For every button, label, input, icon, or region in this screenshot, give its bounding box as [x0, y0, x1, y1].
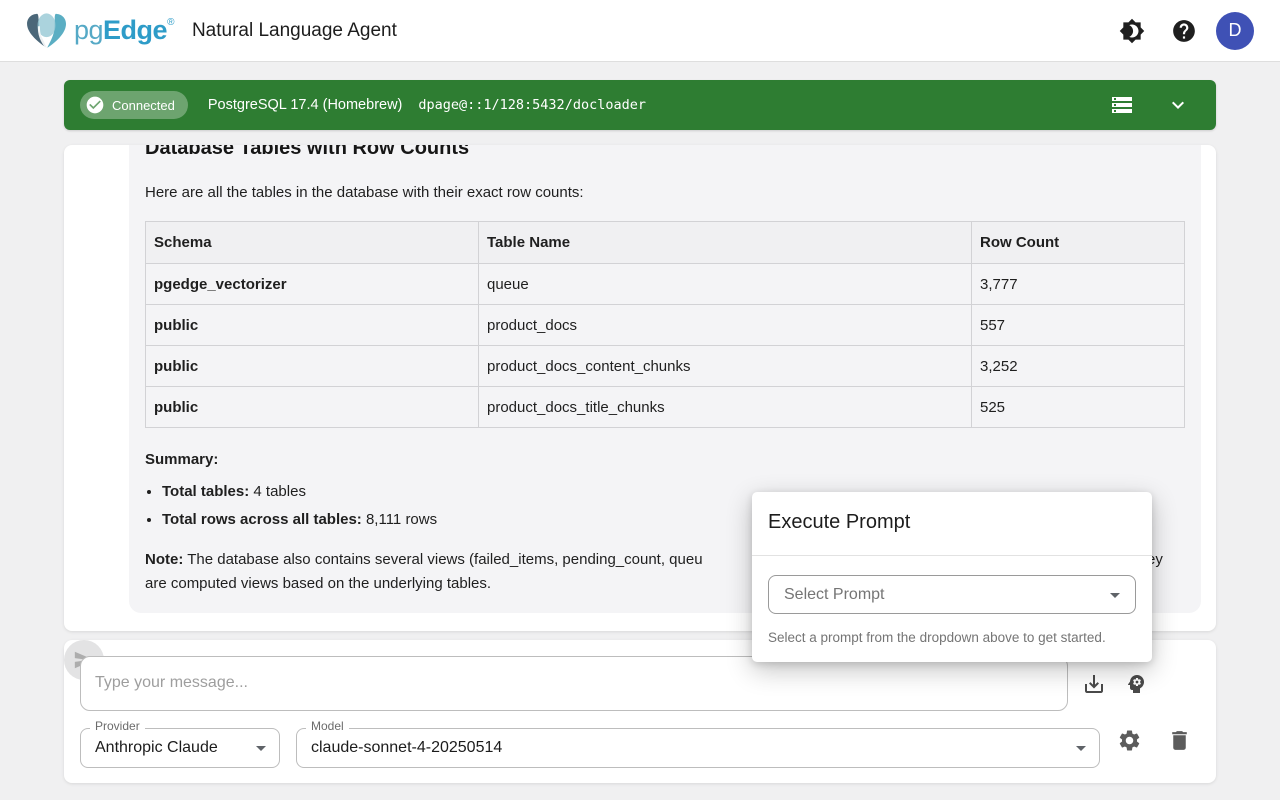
select-prompt-value: Select Prompt	[784, 586, 884, 604]
connection-status-badge: Connected	[80, 91, 188, 119]
row-counts-table: Schema Table Name Row Count pgedge_vecto…	[145, 221, 1185, 428]
cell-schema: public	[146, 346, 479, 387]
arrow-drop-down-icon	[249, 736, 273, 760]
note-line1: The database also contains several views…	[183, 551, 702, 568]
bullet-label: Total rows across all tables:	[162, 511, 362, 528]
provider-select-value: Anthropic Claude	[95, 739, 218, 757]
cell-table-name: queue	[479, 264, 972, 305]
bullet-value: 4 tables	[249, 483, 306, 500]
connection-list-button[interactable]	[1102, 85, 1142, 125]
cell-schema: public	[146, 387, 479, 428]
settings-button[interactable]	[1109, 720, 1149, 760]
cell-row-count: 557	[972, 305, 1185, 346]
cell-row-count: 3,777	[972, 264, 1185, 305]
col-table-name: Table Name	[479, 222, 972, 264]
pgedge-logo-text: pgEdge®	[74, 15, 174, 46]
connection-status-label: Connected	[112, 98, 175, 113]
arrow-drop-down-icon	[1069, 736, 1093, 760]
bullet-label: Total tables:	[162, 483, 249, 500]
ai-prompt-button[interactable]	[1116, 664, 1156, 704]
note-line2: are computed views based on the underlyi…	[145, 575, 491, 592]
select-prompt-dropdown[interactable]: Select Prompt	[768, 575, 1136, 614]
bullet-value: 8,111 rows	[362, 511, 437, 528]
col-schema: Schema	[146, 222, 479, 264]
gear-icon	[1117, 728, 1142, 753]
pgedge-logo-icon	[24, 12, 70, 50]
trash-icon	[1167, 728, 1192, 753]
cell-schema: public	[146, 305, 479, 346]
summary-label: Summary:	[145, 448, 1185, 472]
cell-table-name: product_docs_title_chunks	[479, 387, 972, 428]
provider-select-label: Provider	[90, 720, 145, 733]
connection-string: dpage@::1/128:5432/docloader	[418, 97, 646, 113]
psychology-icon	[1124, 672, 1148, 696]
download-icon	[1082, 672, 1106, 696]
check-circle-icon	[85, 95, 105, 115]
col-row-count: Row Count	[972, 222, 1185, 264]
table-header-row: Schema Table Name Row Count	[146, 222, 1185, 264]
cell-row-count: 3,252	[972, 346, 1185, 387]
message-heading: Database Tables with Row Counts	[145, 145, 1185, 161]
arrow-drop-down-icon	[1103, 583, 1127, 607]
model-select-label: Model	[306, 720, 349, 733]
user-avatar[interactable]: D	[1216, 12, 1254, 50]
help-icon	[1171, 18, 1197, 44]
dark-mode-toggle-button[interactable]	[1112, 11, 1152, 51]
server-version: PostgreSQL 17.4 (Homebrew)	[208, 97, 403, 113]
message-input[interactable]	[80, 656, 1068, 711]
cell-row-count: 525	[972, 387, 1185, 428]
connection-collapse-button[interactable]	[1158, 85, 1198, 125]
storage-list-icon	[1110, 93, 1134, 117]
provider-select[interactable]: Provider Anthropic Claude	[80, 728, 280, 768]
table-row: public product_docs_title_chunks 525	[146, 387, 1185, 428]
page-title: Natural Language Agent	[192, 20, 397, 42]
message-intro: Here are all the tables in the database …	[145, 181, 1185, 205]
divider	[752, 555, 1152, 556]
select-prompt-helper-text: Select a prompt from the dropdown above …	[768, 628, 1136, 648]
note-label: Note:	[145, 551, 183, 568]
execute-prompt-panel: Execute Prompt Select Prompt Select a pr…	[752, 492, 1152, 662]
cell-table-name: product_docs_content_chunks	[479, 346, 972, 387]
execute-prompt-title: Execute Prompt	[768, 509, 1136, 536]
model-select-value: claude-sonnet-4-20250514	[311, 739, 502, 757]
connection-bar[interactable]: Connected PostgreSQL 17.4 (Homebrew) dpa…	[64, 80, 1216, 130]
table-row: public product_docs 557	[146, 305, 1185, 346]
pgedge-logo: pgEdge®	[24, 12, 174, 50]
table-row: public product_docs_content_chunks 3,252	[146, 346, 1185, 387]
dark-mode-icon	[1119, 18, 1145, 44]
table-row: pgedge_vectorizer queue 3,777	[146, 264, 1185, 305]
model-select[interactable]: Model claude-sonnet-4-20250514	[296, 728, 1100, 768]
cell-schema: pgedge_vectorizer	[146, 264, 479, 305]
cell-table-name: product_docs	[479, 305, 972, 346]
app-header: pgEdge® Natural Language Agent D	[0, 0, 1280, 62]
download-button[interactable]	[1074, 664, 1114, 704]
help-button[interactable]	[1164, 11, 1204, 51]
chevron-down-icon	[1166, 93, 1190, 117]
clear-conversation-button[interactable]	[1159, 720, 1199, 760]
